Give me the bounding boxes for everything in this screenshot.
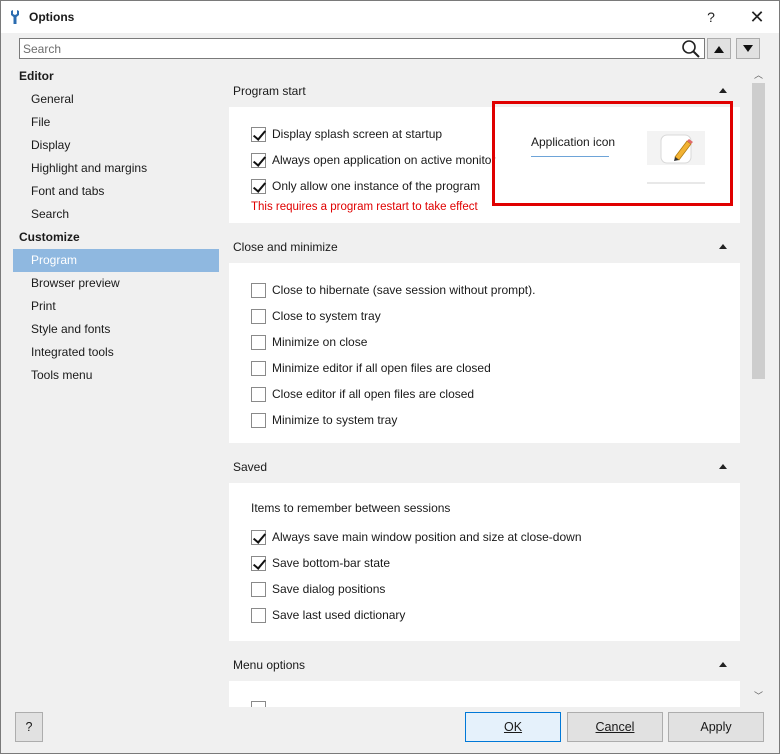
option-minimize-on-close[interactable]: Minimize on close	[251, 333, 367, 351]
option-label: Minimize to system tray	[272, 413, 398, 427]
section-title: Menu options	[233, 658, 306, 672]
vertical-scrollbar[interactable]: ︿ ﹀	[750, 65, 767, 707]
search-icon[interactable]	[681, 39, 701, 59]
checkbox[interactable]	[251, 334, 266, 350]
checkbox[interactable]	[251, 700, 266, 707]
option-save-bottom-bar[interactable]: Save bottom-bar state	[251, 554, 390, 572]
wrench-icon	[11, 10, 19, 24]
section-close-minimize: Close and minimize Close to hibernate (s…	[229, 231, 740, 443]
option-active-monitor[interactable]: Always open application on active monito…	[251, 151, 495, 169]
tree-item-browser-preview[interactable]: Browser preview	[13, 272, 219, 295]
option-label: Always open application on active monito…	[272, 153, 496, 167]
tree-item-display[interactable]: Display	[13, 134, 219, 157]
category-tree: Editor General File Display Highlight an…	[13, 65, 219, 395]
ok-label: OK	[503, 720, 523, 734]
tree-item-style-fonts[interactable]: Style and fonts	[13, 318, 219, 341]
scroll-down-icon[interactable]: ﹀	[754, 689, 763, 702]
option-save-window-position[interactable]: Always save main window position and siz…	[251, 528, 582, 546]
tree-item-program[interactable]: Program	[13, 249, 219, 272]
section-menu-options: Menu options	[229, 649, 740, 707]
section-header[interactable]: Saved	[229, 451, 740, 483]
option-splash-screen[interactable]: Display splash screen at startup	[251, 125, 442, 143]
option-minimize-if-closed[interactable]: Minimize editor if all open files are cl…	[251, 359, 491, 377]
checkbox[interactable]	[251, 126, 266, 142]
section-title: Close and minimize	[233, 240, 338, 254]
tree-group-customize[interactable]: Customize	[13, 226, 219, 249]
collapse-caret-icon[interactable]	[719, 662, 727, 667]
section-saved: Saved Items to remember between sessions…	[229, 451, 740, 641]
option-partially-hidden[interactable]	[251, 699, 272, 707]
option-close-if-closed[interactable]: Close editor if all open files are close…	[251, 385, 474, 403]
highlight-frame	[492, 101, 733, 206]
section-header[interactable]: Close and minimize	[229, 231, 740, 263]
cancel-label: Cancel	[595, 720, 635, 734]
title-bar: Options ? ✕	[1, 1, 779, 33]
arrow-down-icon	[743, 44, 753, 52]
collapse-caret-icon[interactable]	[719, 244, 727, 249]
option-single-instance[interactable]: Only allow one instance of the program	[251, 177, 480, 195]
tree-item-file[interactable]: File	[13, 111, 219, 134]
collapse-caret-icon[interactable]	[719, 464, 727, 469]
checkbox[interactable]	[251, 555, 266, 571]
option-label: Always save main window position and siz…	[272, 530, 582, 544]
option-label: Only allow one instance of the program	[272, 179, 481, 193]
checkbox[interactable]	[251, 529, 266, 545]
close-button[interactable]: ✕	[735, 1, 779, 33]
option-label: Display splash screen at startup	[272, 127, 443, 141]
option-label: Save dialog positions	[272, 582, 386, 596]
search-input[interactable]	[19, 38, 705, 59]
option-label: Minimize editor if all open files are cl…	[272, 361, 491, 375]
section-title: Program start	[233, 84, 306, 98]
checkbox[interactable]	[251, 178, 266, 194]
tree-group-editor[interactable]: Editor	[13, 65, 219, 88]
checkbox[interactable]	[251, 282, 266, 298]
option-label: Minimize on close	[272, 335, 368, 349]
checkbox[interactable]	[251, 581, 266, 597]
scroll-thumb[interactable]	[752, 83, 765, 379]
next-match-button[interactable]	[736, 38, 760, 59]
checkbox[interactable]	[251, 308, 266, 324]
tree-item-font-tabs[interactable]: Font and tabs	[13, 180, 219, 203]
option-save-dialog-positions[interactable]: Save dialog positions	[251, 580, 385, 598]
scroll-up-icon[interactable]: ︿	[754, 68, 763, 81]
tree-item-highlight-margins[interactable]: Highlight and margins	[13, 157, 219, 180]
window-title: Options	[29, 10, 75, 24]
collapse-caret-icon[interactable]	[719, 88, 727, 93]
cancel-button[interactable]: Cancel	[567, 712, 663, 742]
arrow-up-icon	[714, 45, 724, 53]
option-close-hibernate[interactable]: Close to hibernate (save session without…	[251, 281, 535, 299]
saved-intro: Items to remember between sessions	[251, 501, 451, 515]
tree-item-search[interactable]: Search	[13, 203, 219, 226]
search-row	[19, 38, 761, 60]
checkbox[interactable]	[251, 360, 266, 376]
checkbox[interactable]	[251, 412, 266, 428]
option-label: Save bottom-bar state	[272, 556, 391, 570]
tree-item-print[interactable]: Print	[13, 295, 219, 318]
apply-button[interactable]: Apply	[668, 712, 764, 742]
checkbox[interactable]	[251, 607, 266, 623]
option-label: Close to hibernate (save session without…	[272, 283, 536, 297]
help-title-button[interactable]: ?	[689, 1, 733, 33]
option-label: Close editor if all open files are close…	[272, 387, 475, 401]
previous-match-button[interactable]	[707, 38, 731, 59]
option-save-dictionary[interactable]: Save last used dictionary	[251, 606, 405, 624]
option-label: Close to system tray	[272, 309, 381, 323]
tree-item-tools-menu[interactable]: Tools menu	[13, 364, 219, 387]
option-close-tray[interactable]: Close to system tray	[251, 307, 381, 325]
checkbox[interactable]	[251, 152, 266, 168]
option-label: Save last used dictionary	[272, 608, 406, 622]
ok-button[interactable]: OK	[465, 712, 561, 742]
tree-item-integrated-tools[interactable]: Integrated tools	[13, 341, 219, 364]
option-minimize-tray[interactable]: Minimize to system tray	[251, 411, 397, 429]
help-button[interactable]: ?	[15, 712, 43, 742]
options-dialog: Options ? ✕ Editor General File Display …	[0, 0, 780, 754]
restart-note: This requires a program restart to take …	[251, 201, 478, 213]
section-header[interactable]: Menu options	[229, 649, 740, 681]
checkbox[interactable]	[251, 386, 266, 402]
section-title: Saved	[233, 460, 268, 474]
tree-item-general[interactable]: General	[13, 88, 219, 111]
